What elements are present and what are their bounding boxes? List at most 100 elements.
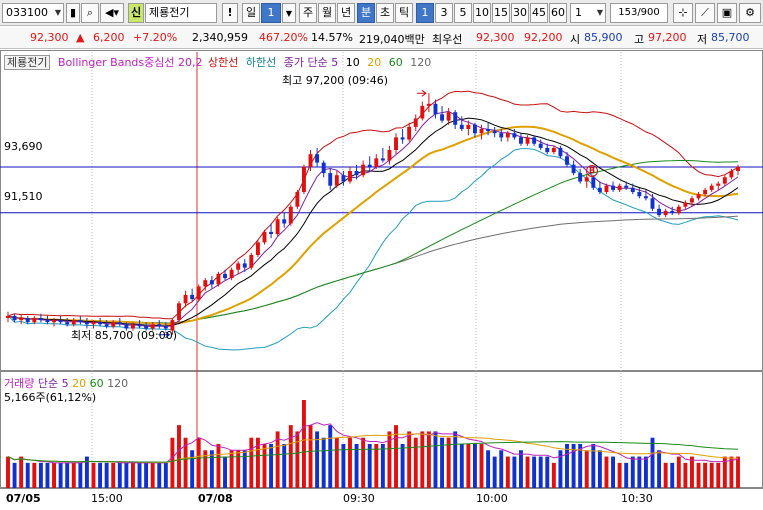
volume-bar [657,450,662,488]
legend-ma5: 종가 단순 5 [283,56,339,69]
candle-body [12,315,17,321]
candle-body [578,173,583,182]
candle-body [348,171,352,182]
buy-signal-badge[interactable]: B [586,165,598,177]
candle-body [367,164,372,167]
volume-bar [354,444,359,488]
volume-ma60-line [7,441,739,463]
candle-body [670,210,675,213]
volume-bar [512,456,517,488]
candle-body [374,158,379,167]
legend-ma120: 120 [410,56,432,69]
volume-bar [703,462,708,488]
candle-body [736,166,740,171]
candle-body [400,137,405,140]
candle-body [571,164,576,174]
volume-bar [407,431,412,488]
volume-bar [499,450,504,488]
time-axis: 07/05 15:00 07/08 09:30 10:00 10:30 [0,488,763,510]
candle-body [295,192,300,207]
candle-body [71,320,76,325]
candle-body [591,177,596,188]
candle-body [255,242,260,255]
volume-bar [604,456,609,488]
candle-body [604,185,609,192]
volume-bar [420,431,425,488]
volume-bar [565,444,569,488]
high-annotation-text: 최고 97,200 (09:46) [282,74,389,87]
candle-body [269,231,274,234]
volume-bar [716,462,721,488]
candle-body [519,137,523,144]
volume-bar [282,444,287,488]
high-annotation: 최고 97,200 (09:46) [282,72,388,88]
candle-body [709,185,714,190]
candle-body [446,112,451,121]
ma60-line [7,160,739,324]
candle-body [690,198,694,203]
volume-bar [6,456,10,488]
candle-body [117,322,122,325]
volume-bar [367,444,372,488]
candle-body [624,185,629,188]
volume-bar [459,444,464,488]
candle-body [84,322,89,325]
volume-bar [361,437,366,488]
high-marker-arrow [416,89,427,97]
candle-body [315,154,320,163]
volume-bar [637,456,642,488]
volume-bar [216,444,221,488]
candle-body [584,177,589,182]
volume-bar [374,444,379,488]
candle-body [196,286,201,300]
candle-body [532,137,537,144]
xaxis-label-1500: 15:00 [91,492,123,505]
bollinger-upper-line [7,90,739,320]
volume-bar [683,462,688,488]
candle-body [216,273,221,285]
volume-bar [670,462,675,488]
volume-bar [584,450,589,488]
volume-bar [426,431,431,488]
legend-ma10: 10 [345,56,360,69]
candle-body [558,147,563,157]
volume-bar [519,450,523,488]
candle-body [288,206,293,224]
volume-bar [611,456,616,488]
candle-body [617,185,622,190]
low-annotation: 최저 85,700 (09:00) [71,327,177,343]
candle-body [52,320,56,323]
candle-body [236,263,241,270]
volume-bar [433,431,438,488]
candle-body [611,185,616,190]
volume-bar [308,425,313,488]
volume-bar [117,462,122,488]
volume-bar [736,456,740,488]
xaxis-label-1000: 10:00 [476,492,508,505]
candle-body [407,126,412,140]
candle-body [657,208,662,216]
candle-body [334,175,339,186]
xaxis-label-0930: 09:30 [343,492,375,505]
volume-bar [58,462,63,488]
volume-bar [479,444,484,488]
candle-body [308,154,313,167]
volume-bar [545,456,550,488]
candle-body [597,187,602,192]
candle-body [91,322,96,325]
volume-bar [12,462,17,488]
xaxis-label-1030: 10:30 [621,492,653,505]
ma5-line [7,110,739,328]
candle-body [420,105,425,119]
volume-bar [472,444,477,488]
candle-body [663,210,668,216]
candle-body [426,103,431,106]
volume-bar [32,462,37,488]
volume-bar [696,462,701,488]
candle-body [630,187,635,192]
volume-bar [492,456,497,488]
volume-bar [288,425,293,488]
volume-bar [341,444,346,488]
xaxis-label-0708: 07/08 [198,492,233,505]
volume-bar [709,462,714,488]
